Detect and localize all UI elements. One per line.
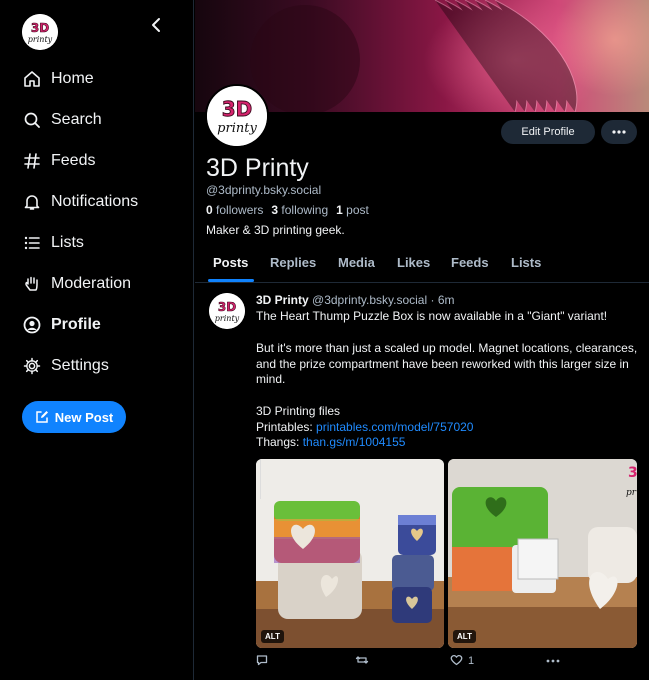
post-author-handle[interactable]: @3dprinty.bsky.social	[312, 293, 427, 307]
heart-icon	[450, 654, 464, 668]
profile-bio: Maker & 3D printing geek.	[206, 223, 345, 237]
ellipsis-icon	[612, 130, 626, 134]
following-count: 3	[271, 203, 279, 217]
chevron-left-icon	[152, 18, 160, 32]
thangs-link[interactable]: than.gs/m/1004155	[303, 435, 406, 449]
post-thangs-line: Thangs: than.gs/m/1004155	[256, 435, 641, 451]
nav-item-lists[interactable]: Lists	[22, 225, 84, 261]
nav-item-moderation[interactable]: Moderation	[22, 266, 131, 302]
tab-lists[interactable]: Lists	[511, 255, 541, 270]
nav-label-profile: Profile	[51, 316, 101, 333]
like-button[interactable]: 1	[450, 654, 474, 668]
tab-likes[interactable]: Likes	[397, 255, 430, 270]
post-printables-line: Printables: printables.com/model/757020	[256, 420, 641, 436]
like-count: 1	[468, 655, 475, 667]
user-icon	[22, 315, 42, 335]
repost-icon	[355, 654, 369, 668]
post-image-1[interactable]: ALT	[256, 459, 444, 648]
tab-feeds[interactable]: Feeds	[451, 255, 489, 270]
user-avatar[interactable]: 3D printy	[22, 14, 58, 50]
profile-avatar-logo-bottom: printy	[217, 121, 257, 136]
avatar-logo-bottom: printy	[28, 35, 53, 44]
post-header: 3D Printy @3dprinty.bsky.social · 6m	[256, 293, 455, 307]
profile-avatar-logo-top: 3D	[222, 97, 253, 121]
gear-icon	[22, 356, 42, 376]
printables-label: Printables:	[256, 420, 317, 434]
nav-item-home[interactable]: Home	[22, 61, 94, 97]
tab-replies[interactable]: Replies	[270, 255, 316, 270]
svg-text:pr: pr	[626, 488, 637, 498]
search-icon	[22, 110, 42, 130]
profile-more-button[interactable]	[601, 120, 637, 144]
ellipsis-icon	[546, 654, 560, 668]
tab-posts[interactable]: Posts	[213, 255, 248, 270]
posts-stat: 1 post	[336, 203, 369, 217]
svg-text:3: 3	[628, 465, 637, 481]
post-more-button[interactable]	[546, 654, 560, 668]
repost-button[interactable]	[355, 654, 369, 668]
nav-label-settings: Settings	[51, 357, 109, 374]
reply-button[interactable]	[256, 654, 270, 668]
following-label: following	[281, 203, 329, 217]
nav-label-home: Home	[51, 70, 94, 87]
nav-label-lists: Lists	[51, 234, 84, 251]
collapse-sidebar-button[interactable]	[146, 14, 166, 36]
edit-profile-button[interactable]: Edit Profile	[501, 120, 595, 144]
post-image-2[interactable]: 3 pr ALT	[448, 459, 637, 648]
posts-count: 1	[336, 203, 343, 217]
post-paragraph-2: But it's more than just a scaled up mode…	[256, 341, 638, 387]
followers-stat[interactable]: 0 followers	[206, 203, 263, 217]
post-author-name[interactable]: 3D Printy	[256, 293, 309, 307]
profile-banner[interactable]	[195, 0, 649, 112]
post-image-2-alt-badge[interactable]: ALT	[453, 630, 476, 643]
home-icon	[22, 69, 42, 89]
nav-item-feeds[interactable]: Feeds	[22, 143, 95, 179]
post-avatar-logo-top: 3D	[218, 300, 236, 314]
following-stat[interactable]: 3 following	[271, 203, 328, 217]
post-timestamp[interactable]: · 6m	[431, 293, 455, 307]
nav-label-moderation: Moderation	[51, 275, 132, 292]
nav-item-notifications[interactable]: Notifications	[22, 184, 138, 220]
nav-item-settings[interactable]: Settings	[22, 348, 109, 384]
nav-item-search[interactable]: Search	[22, 102, 102, 138]
list-icon	[22, 233, 42, 253]
nav-item-profile[interactable]: Profile	[22, 307, 101, 343]
reply-icon	[256, 654, 270, 668]
post-files-heading: 3D Printing files	[256, 404, 341, 418]
post-actions: 1	[256, 654, 636, 672]
nav-label-search: Search	[51, 111, 102, 128]
profile-main: 3D printy Edit Profile 3D Printy @3dprin…	[195, 0, 649, 680]
active-tab-indicator	[208, 279, 254, 282]
post-line-1: The Heart Thump Puzzle Box is now availa…	[256, 309, 608, 323]
followers-label: followers	[216, 203, 264, 217]
avatar-logo-top: 3D	[31, 21, 49, 35]
profile-handle: @3dprinty.bsky.social	[206, 183, 322, 197]
nav-label-notifications: Notifications	[51, 193, 139, 210]
hand-icon	[22, 274, 42, 294]
followers-count: 0	[206, 203, 213, 217]
sidebar: 3D printy Home Search Feeds Notification…	[0, 0, 194, 680]
post-avatar-logo-bottom: printy	[215, 314, 240, 323]
profile-display-name: 3D Printy	[206, 154, 309, 182]
profile-avatar[interactable]: 3D printy	[205, 84, 269, 148]
tab-media[interactable]: Media	[338, 255, 375, 270]
profile-stats: 0 followers 3 following 1 post	[206, 203, 369, 217]
thangs-label: Thangs:	[256, 435, 303, 449]
compose-icon	[35, 410, 49, 424]
printables-link[interactable]: printables.com/model/757020	[316, 420, 473, 434]
profile-tabs: Posts Replies Media Likes Feeds Lists	[195, 248, 649, 283]
new-post-button[interactable]: New Post	[22, 401, 126, 433]
post-image-1-alt-badge[interactable]: ALT	[261, 630, 284, 643]
hash-icon	[22, 151, 42, 171]
new-post-label: New Post	[54, 409, 114, 425]
posts-label: post	[346, 203, 369, 217]
post-author-avatar[interactable]: 3D printy	[209, 293, 245, 329]
nav-label-feeds: Feeds	[51, 152, 96, 169]
bell-icon	[22, 192, 42, 212]
